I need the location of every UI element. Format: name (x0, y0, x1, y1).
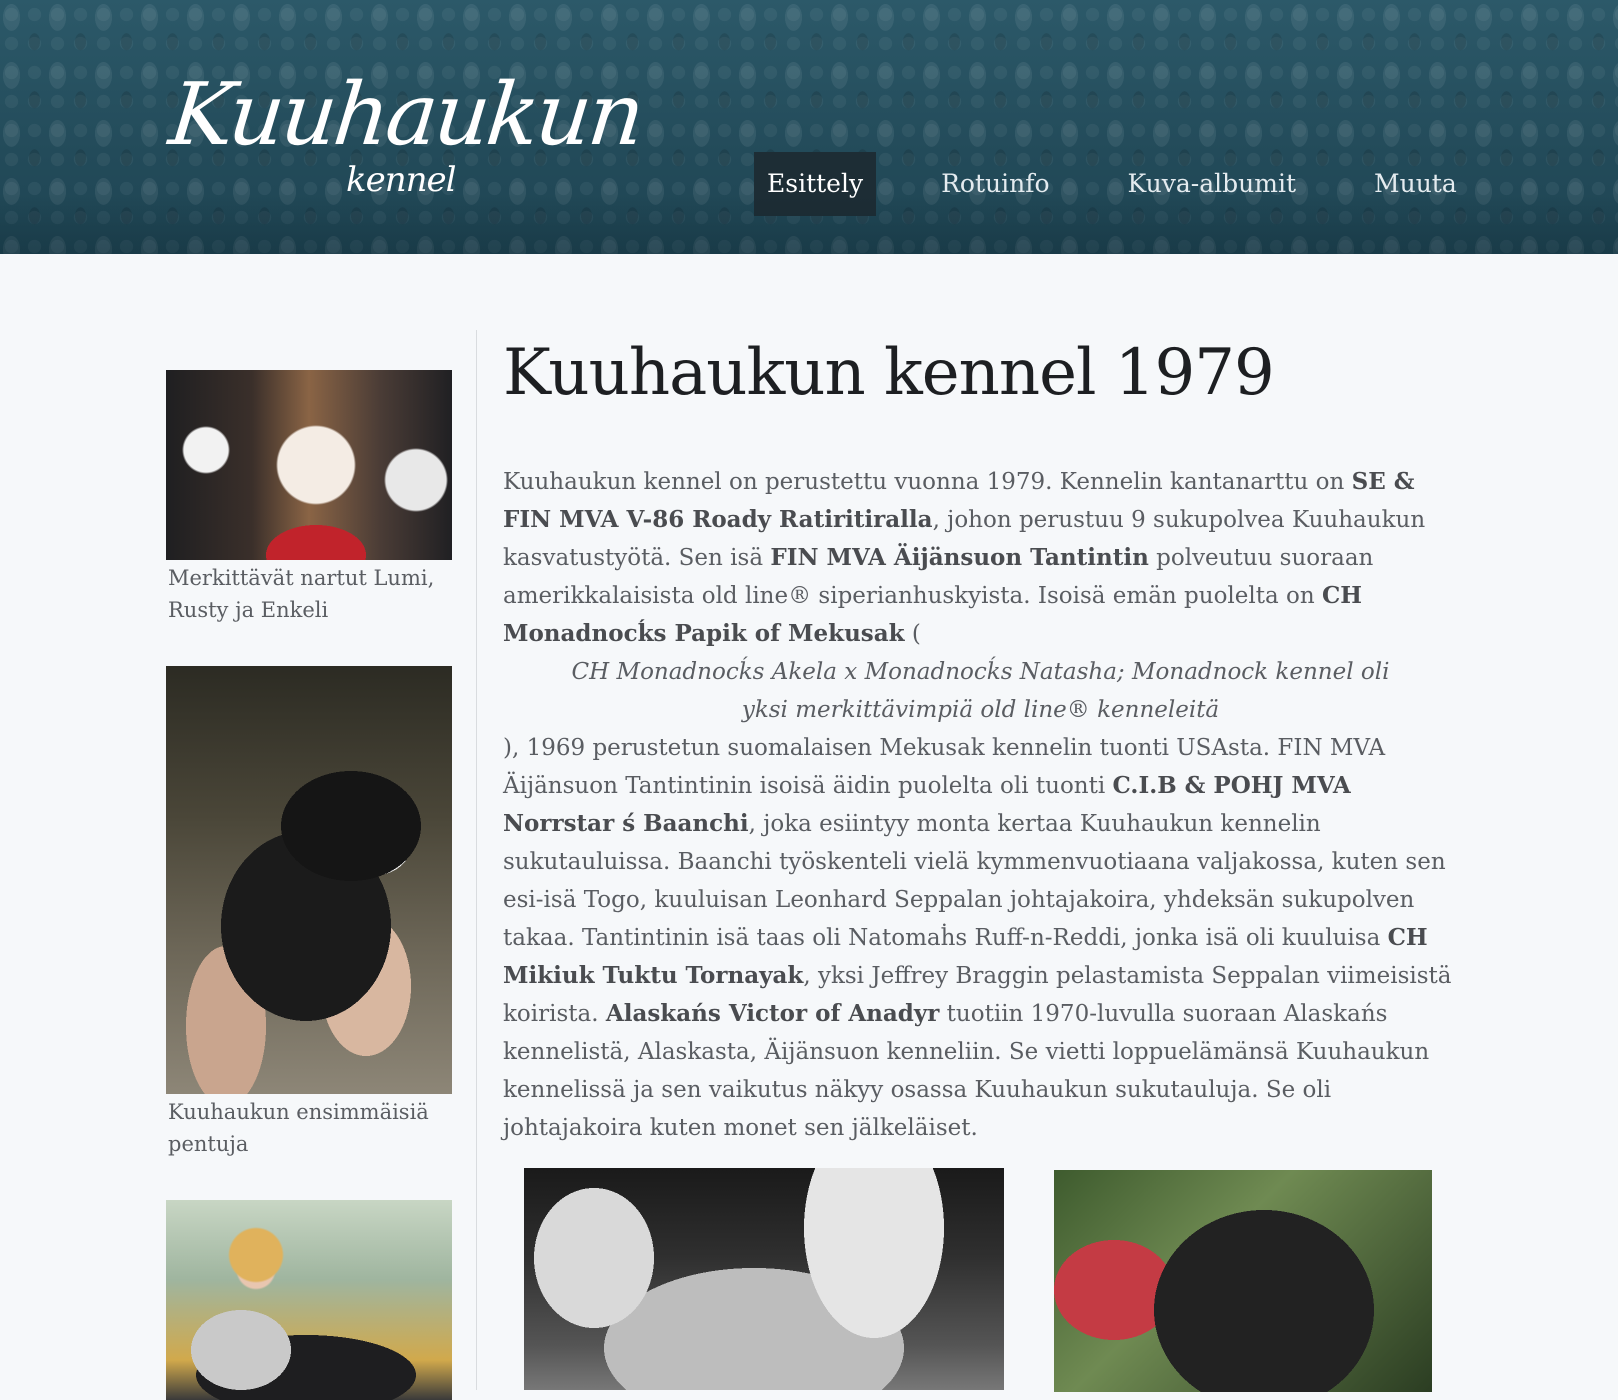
text-run: Kuuhaukun kennel on perustettu vuonna 19… (503, 469, 1352, 495)
sidebar-photo-puppy[interactable] (166, 666, 452, 1094)
main-content: Kuuhaukun kennel 1979 Kuuhaukun kennel o… (503, 333, 1458, 1147)
nav-item-muuta[interactable]: Muuta (1361, 152, 1470, 216)
bold-dog-name: FIN MVA Äijänsuon Tantintin (770, 544, 1149, 571)
logo-script-text: Kuuhaukun (164, 65, 647, 165)
bold-dog-name: Alaskańs Victor of Anadyr (605, 1000, 940, 1027)
column-divider (476, 330, 477, 1390)
text-run: ( (904, 621, 921, 647)
pedigree-quote: CH Monadnocḱs Akela x Monadnocḱs Natasha… (571, 659, 1390, 723)
nav-item-kuva-albumit[interactable]: Kuva-albumit (1115, 152, 1309, 216)
photo-husky-puppy-color[interactable] (1054, 1170, 1432, 1392)
kennel-logo[interactable]: Kuuhaukun kennel (165, 52, 647, 212)
nav-item-esittely[interactable]: Esittely (754, 152, 877, 216)
nav-item-rotuinfo[interactable]: Rotuinfo (928, 152, 1062, 216)
sidebar-photo-caption: Kuuhaukun ensimmäisiä pentuja (168, 1100, 429, 1156)
intro-paragraph: Kuuhaukun kennel on perustettu vuonna 19… (503, 463, 1458, 1147)
sidebar-photo-caption: Merkittävät nartut Lumi, Rusty ja Enkeli (168, 566, 435, 622)
sidebar: Merkittävät nartut Lumi, Rusty ja Enkeli… (166, 370, 452, 1400)
main-nav: Esittely Rotuinfo Kuva-albumit Muuta (754, 152, 1522, 216)
logo-sub-text: kennel (346, 160, 457, 200)
site-header: Kuuhaukun kennel Esittely Rotuinfo Kuva-… (0, 0, 1618, 254)
sidebar-photo-three-huskies[interactable] (166, 370, 452, 560)
photo-husky-black-and-white[interactable] (524, 1168, 1004, 1390)
sidebar-photo-woman-with-husky[interactable] (166, 1200, 452, 1400)
page-title: Kuuhaukun kennel 1979 (503, 336, 1275, 410)
